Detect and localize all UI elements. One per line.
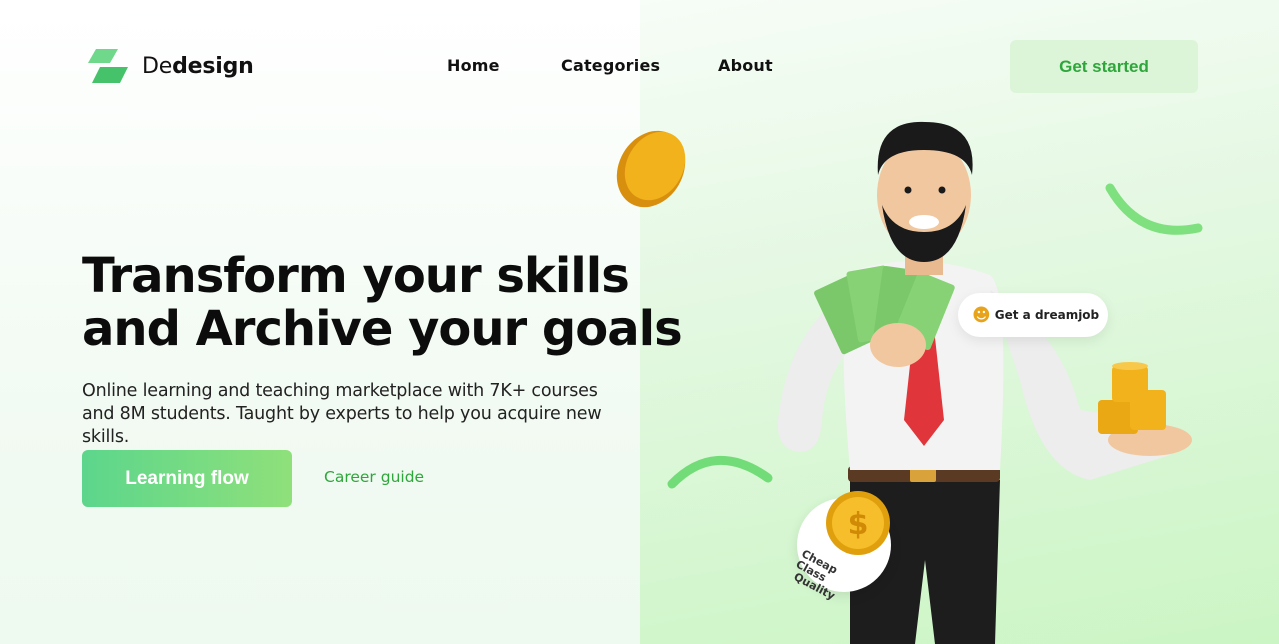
coin-stack-icon [1098, 362, 1166, 434]
nav-categories-link[interactable]: Categories [561, 56, 660, 75]
decorative-arc-left [667, 455, 773, 489]
brand-wordmark: Dedesign [142, 54, 254, 79]
brand-logo-icon [88, 49, 128, 83]
dream-job-badge: ☻ Get a dreamjob [958, 293, 1108, 337]
brand-name: design [172, 53, 254, 79]
hero-title-line-2: and Archive your goals [82, 301, 683, 357]
dollar-coin-icon: $ [826, 491, 890, 555]
hero-title-line-1: Transform your skills [82, 248, 630, 304]
learning-flow-button[interactable]: Learning flow [82, 450, 292, 507]
nav-about-link[interactable]: About [718, 56, 773, 75]
smile-icon: ☻ [972, 304, 991, 326]
nav-home-link[interactable]: Home [447, 56, 500, 75]
businessman-illustration [616, 121, 1203, 644]
floating-coin-icon [616, 130, 686, 208]
decorative-arc-top [1105, 183, 1203, 235]
brand-logo[interactable]: Dedesign [86, 48, 254, 84]
get-started-button[interactable]: Get started [1010, 40, 1198, 93]
dream-job-badge-label: Get a dreamjob [994, 308, 1100, 322]
coin-symbol: $ [848, 507, 869, 542]
hero-title: Transform your skills and Archive your g… [82, 248, 683, 357]
hero-subtitle: Online learning and teaching marketplace… [82, 381, 602, 447]
career-guide-link[interactable]: Career guide [324, 468, 424, 486]
brand-prefix: De [142, 53, 173, 79]
